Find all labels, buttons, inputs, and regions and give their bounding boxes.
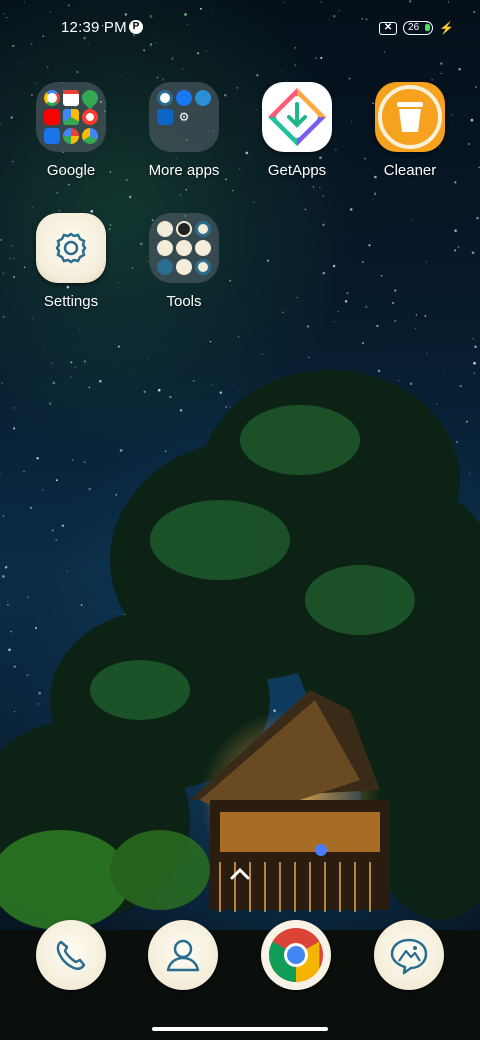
facebook-icon [176,90,192,106]
weather-mini-icon [157,259,173,275]
gear-icon [55,232,87,264]
more-apps-folder-icon: ⚙ [149,82,219,152]
status-icons: ✕ 26 ⚡ [379,19,454,37]
home-indicator[interactable] [152,1027,328,1031]
app-label: GetApps [267,162,327,179]
chrome-icon [268,928,323,982]
apps-grid-mini-icon [157,221,173,237]
app-label: Cleaner [383,162,437,179]
battery-level: 26 [408,22,420,33]
gallery-icon [390,938,428,975]
recorder-mini-icon [157,240,173,256]
dock-gallery[interactable] [374,920,444,990]
youtube-music-icon [82,109,98,125]
photos-icon [63,128,79,144]
status-time: 12:39 PM [61,19,127,36]
status-bar: 12:39 PM P ✕ 26 ⚡ [0,0,480,56]
app-google-folder[interactable]: Google [21,82,121,179]
getapps-icon [262,82,332,152]
maps-icon [78,86,102,110]
phone-icon [56,940,86,971]
app-tools-folder[interactable]: Tools [134,213,234,310]
contacts-icon [166,939,200,972]
youtube-icon [44,109,60,125]
getapps-logo [268,88,326,146]
google-folder-icon [36,82,106,152]
settings-mini-icon: ⚙ [178,110,190,124]
app-label: Tools [166,293,202,310]
meet-icon [44,128,60,144]
app-label: Google [46,162,96,179]
security-mini-icon [195,221,211,237]
notes-mini-icon [195,240,211,256]
tree-silhouette [0,370,480,920]
battery-icon: 26 [403,21,434,35]
linkedin-icon [157,109,173,125]
hut [190,690,390,912]
gmail-icon [63,90,79,106]
google-g-icon [44,90,60,106]
app-label: Settings [43,293,99,310]
tools-folder-icon [149,213,219,283]
cleaner-icon [375,82,445,152]
app-cleaner[interactable]: Cleaner [360,82,460,179]
app-label: More apps [148,162,220,179]
app-getapps[interactable]: GetApps [247,82,347,179]
app-more-apps-folder[interactable]: ⚙ More apps [134,82,234,179]
settings-gear-icon [36,213,106,283]
video-mini-icon [176,240,192,256]
no-sim-icon: ✕ [379,21,398,35]
dock-chrome[interactable] [261,920,331,990]
app-settings[interactable]: Settings [21,213,121,310]
mi-browser-icon [195,90,211,106]
drive-icon [63,109,79,125]
browser-icon [157,90,173,106]
compass-mini-icon [195,259,211,275]
download-mini-icon [176,259,192,275]
bolt-icon: ⚡ [439,21,454,35]
dock-phone[interactable] [36,920,106,990]
dock [0,920,480,992]
trash-can-icon [378,85,442,149]
p-notification-icon: P [129,20,143,34]
dock-contacts[interactable] [148,920,218,990]
camera-mini-icon [176,221,192,237]
tree-highlights [0,405,415,930]
play-store-icon [82,128,98,144]
chevron-up-icon[interactable] [229,866,251,882]
